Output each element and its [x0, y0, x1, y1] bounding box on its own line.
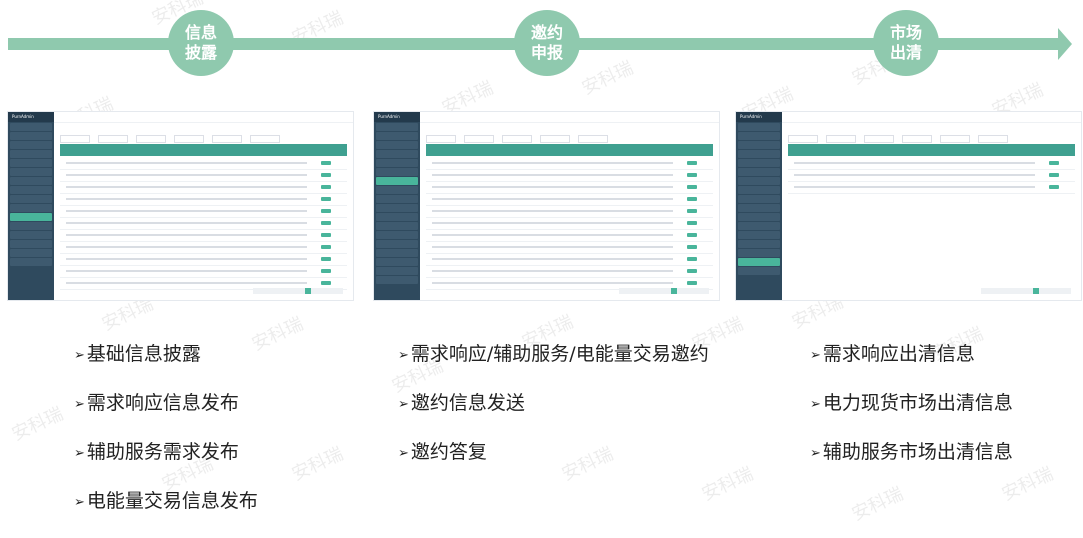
list-item: ➢ 辅助服务需求发布 [74, 440, 258, 464]
pagination [619, 288, 709, 294]
table-header [426, 144, 713, 156]
app-brand: PurnAdmin [8, 112, 54, 122]
stage-label-line2: 出清 [889, 43, 922, 62]
stage-label-line1: 信息 [184, 23, 217, 42]
table-rows [60, 158, 347, 290]
pagination [981, 288, 1071, 294]
watermark: 安科瑞 [288, 443, 347, 486]
list-item: ➢ 电力现货市场出清信息 [810, 391, 1013, 415]
stage-invitation-declaration: 邀约 申报 [514, 10, 580, 76]
process-flow: 信息 披露 邀约 申报 市场 出清 [0, 0, 1083, 90]
bullet-arrow-icon: ➢ [398, 397, 409, 412]
screenshot-info-disclosure: PurnAdmin [8, 112, 353, 300]
list-item: ➢ 邀约信息发送 [398, 391, 709, 415]
stage-info-disclosure: 信息 披露 [168, 10, 234, 76]
sidebar: PurnAdmin [736, 112, 782, 300]
stage-label-line2: 披露 [184, 43, 217, 62]
bullet-arrow-icon: ➢ [74, 348, 85, 363]
bullet-arrow-icon: ➢ [810, 446, 821, 461]
stage-market-clearing: 市场 出清 [873, 10, 939, 76]
stage-label-line1: 市场 [889, 23, 922, 42]
table-header [788, 144, 1075, 156]
list-invitation: ➢ 需求响应/辅助服务/电能量交易邀约 ➢ 邀约信息发送 ➢ 邀约答复 [398, 342, 709, 489]
bullet-arrow-icon: ➢ [74, 446, 85, 461]
stage-label-line1: 邀约 [530, 23, 563, 42]
bullet-arrow-icon: ➢ [74, 397, 85, 412]
table-rows [426, 158, 713, 290]
list-item: ➢ 邀约答复 [398, 440, 709, 464]
list-item: ➢ 需求响应信息发布 [74, 391, 258, 415]
pagination [253, 288, 343, 294]
bullet-arrow-icon: ➢ [810, 348, 821, 363]
list-item: ➢ 基础信息披露 [74, 342, 258, 366]
bullet-arrow-icon: ➢ [398, 446, 409, 461]
list-item: ➢ 辅助服务市场出清信息 [810, 440, 1013, 464]
list-item: ➢ 需求响应出清信息 [810, 342, 1013, 366]
sidebar: PurnAdmin [8, 112, 54, 300]
screenshot-invitation: PurnAdmin [374, 112, 719, 300]
screenshot-market-clearing: PurnAdmin [736, 112, 1081, 300]
bullet-arrow-icon: ➢ [398, 348, 409, 363]
table-header [60, 144, 347, 156]
app-brand: PurnAdmin [736, 112, 782, 122]
list-item: ➢ 电能量交易信息发布 [74, 489, 258, 513]
bullet-arrow-icon: ➢ [74, 495, 85, 510]
app-brand: PurnAdmin [374, 112, 420, 122]
bullet-arrow-icon: ➢ [810, 397, 821, 412]
table-rows [788, 158, 1075, 194]
sidebar: PurnAdmin [374, 112, 420, 300]
watermark: 安科瑞 [8, 403, 67, 446]
list-market-clearing: ➢ 需求响应出清信息 ➢ 电力现货市场出清信息 ➢ 辅助服务市场出清信息 [810, 342, 1013, 489]
list-info-disclosure: ➢ 基础信息披露 ➢ 需求响应信息发布 ➢ 辅助服务需求发布 ➢ 电能量交易信息发布 [74, 342, 258, 538]
stage-label-line2: 申报 [530, 43, 563, 62]
list-item: ➢ 需求响应/辅助服务/电能量交易邀约 [398, 342, 709, 366]
